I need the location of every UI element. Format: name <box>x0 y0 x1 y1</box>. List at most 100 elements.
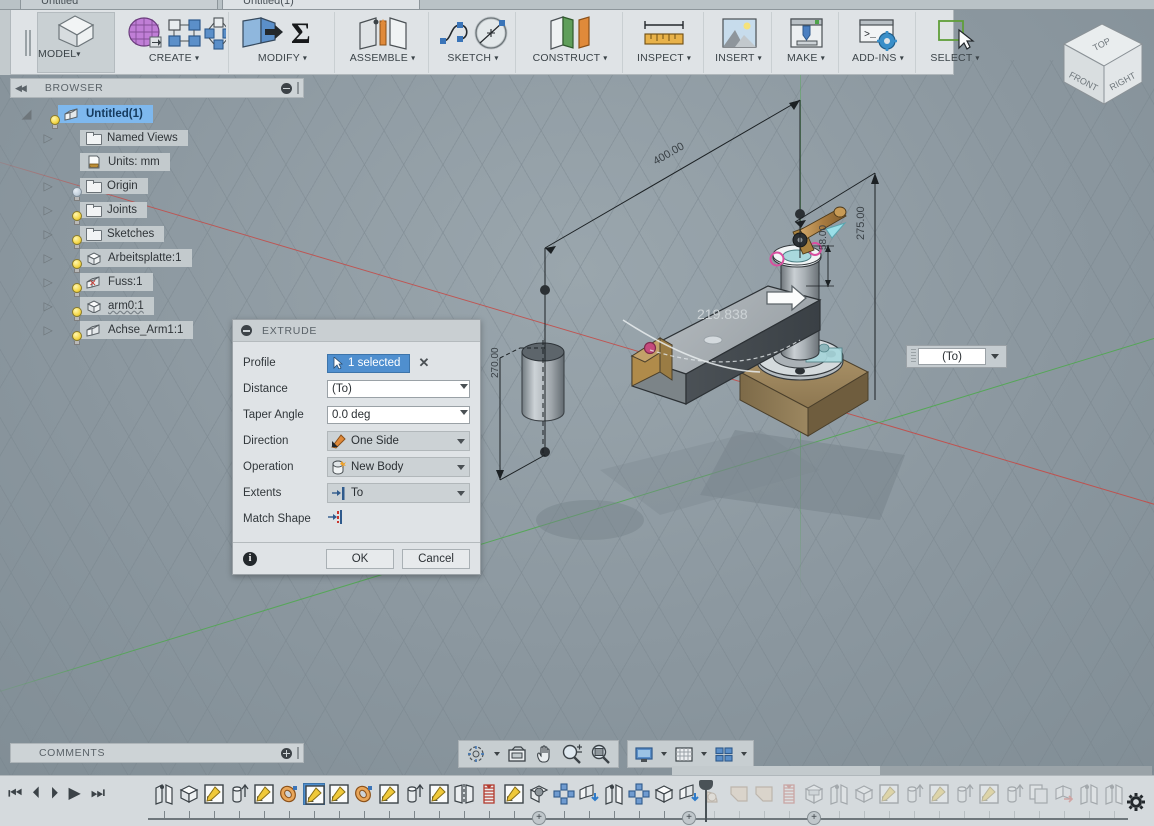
sketch-icon[interactable] <box>328 783 350 805</box>
chamfer-icon[interactable] <box>728 783 750 805</box>
chevron-right-icon[interactable] <box>43 225 51 235</box>
browser-item-joints[interactable]: Joints <box>10 198 304 225</box>
field-taper-angle[interactable]: Taper Angle 0.0 deg <box>243 402 470 428</box>
workspace-switcher-model[interactable]: MODEL▾ <box>37 12 115 73</box>
step-forward-icon[interactable]: ⏵ <box>50 786 58 802</box>
browser-item-untitled-1[interactable]: Untitled(1) <box>10 102 304 129</box>
joint-icon[interactable] <box>603 783 625 805</box>
chevron-down-icon[interactable] <box>741 752 747 756</box>
zoom-in-out-icon[interactable] <box>561 744 583 764</box>
timeline-feature[interactable] <box>653 783 675 805</box>
field-distance[interactable]: Distance (To) <box>243 376 470 402</box>
timeline-feature[interactable] <box>928 783 950 805</box>
timeline-add-marker[interactable]: + <box>682 811 696 825</box>
floating-input-value[interactable]: (To) <box>918 348 986 365</box>
distance-input[interactable]: (To) <box>327 380 470 398</box>
document-tab-untitled[interactable]: Untitled <box>20 0 218 9</box>
timeline-feature[interactable] <box>203 783 225 805</box>
sketch-icon[interactable] <box>203 783 225 805</box>
copy-paste-icon[interactable] <box>1028 783 1050 805</box>
timeline-feature[interactable] <box>1028 783 1050 805</box>
timeline-feature[interactable] <box>378 783 400 805</box>
timeline-feature[interactable] <box>728 783 750 805</box>
extrude-icon[interactable] <box>228 783 250 805</box>
box-body-icon[interactable] <box>178 783 200 805</box>
timeline-feature[interactable] <box>328 783 350 805</box>
box-body-icon[interactable] <box>653 783 675 805</box>
chevron-right-icon[interactable] <box>43 297 51 307</box>
chevron-down-icon[interactable] <box>460 410 468 415</box>
operation-combo[interactable]: New Body <box>327 457 470 477</box>
ribbon-group-select[interactable]: SELECT ▾ <box>917 12 993 73</box>
revolve-icon[interactable] <box>278 783 300 805</box>
view-cube-svg[interactable]: TOP FRONT RIGHT <box>1056 14 1148 112</box>
timeline-feature[interactable] <box>578 783 600 805</box>
dimension-label-preview[interactable]: 219.838 <box>697 306 748 322</box>
timeline-feature[interactable] <box>678 783 700 805</box>
dimension-label-275[interactable]: 275.00 <box>855 206 867 240</box>
timeline-feature[interactable] <box>403 783 425 805</box>
ribbon-group-make[interactable]: MAKE ▾ <box>773 12 839 73</box>
timeline-feature[interactable] <box>278 783 300 805</box>
collar[interactable] <box>769 242 822 268</box>
thread-icon[interactable] <box>478 783 500 805</box>
joint-icon[interactable] <box>1103 783 1125 805</box>
chevron-down-icon[interactable] <box>21 105 29 115</box>
ribbon-group-create[interactable]: CREATE ▾ <box>119 12 229 73</box>
sketch-icon[interactable] <box>378 783 400 805</box>
chevron-down-icon[interactable] <box>460 384 468 389</box>
timeline-feature[interactable] <box>853 783 875 805</box>
shell-icon[interactable] <box>803 783 825 805</box>
chevron-right-icon[interactable] <box>43 201 51 211</box>
viewports-icon[interactable] <box>714 745 734 763</box>
timeline-feature[interactable] <box>253 783 275 805</box>
pattern-icon[interactable] <box>553 783 575 805</box>
box-body-icon[interactable] <box>853 783 875 805</box>
timeline-feature[interactable] <box>878 783 900 805</box>
browser-item-chip[interactable]: Units: mm <box>80 153 170 171</box>
mirror-icon[interactable] <box>453 783 475 805</box>
ribbon-group-inspect[interactable]: INSPECT ▾ <box>624 12 704 73</box>
pattern-icon[interactable] <box>628 783 650 805</box>
extrude-dialog-header[interactable]: EXTRUDE <box>233 320 480 342</box>
timeline-feature[interactable] <box>503 783 525 805</box>
timeline-feature[interactable] <box>478 783 500 805</box>
timeline-feature[interactable] <box>978 783 1000 805</box>
timeline-feature[interactable] <box>428 783 450 805</box>
play-icon[interactable]: ▶ <box>68 786 80 802</box>
timeline-feature[interactable] <box>628 783 650 805</box>
timeline-bar[interactable]: ⋯ ⏮⏴⏵▶⏭ +++ <box>0 775 1154 826</box>
add-comment-icon[interactable] <box>281 747 292 759</box>
timeline-feature[interactable] <box>1078 783 1100 805</box>
timeline-feature[interactable] <box>353 783 375 805</box>
browser-item-chip[interactable]: Untitled(1) <box>58 105 153 123</box>
browser-item-chip[interactable]: Named Views <box>80 130 188 146</box>
profile-selection-badge[interactable]: 1 selected <box>327 353 411 373</box>
sketch-icon[interactable] <box>503 783 525 805</box>
navigation-tools-group[interactable] <box>458 740 619 768</box>
timeline-feature[interactable] <box>903 783 925 805</box>
chevron-right-icon[interactable] <box>43 177 51 187</box>
document-tab-untitled-1[interactable]: Untitled(1) <box>222 0 420 9</box>
extents-combo[interactable]: To <box>327 483 470 503</box>
timeline-feature[interactable] <box>228 783 250 805</box>
chevron-right-icon[interactable] <box>43 321 51 331</box>
timeline-feature[interactable] <box>803 783 825 805</box>
sketch-icon[interactable] <box>428 783 450 805</box>
browser-item-chip[interactable]: ✕ Fuss:1 <box>80 273 153 291</box>
orbit-icon[interactable] <box>465 745 487 763</box>
ribbon-group-addins[interactable]: >_ ADD-INS ▾ <box>840 12 916 73</box>
timeline-feature[interactable] <box>553 783 575 805</box>
comments-panel-header[interactable]: COMMENTS <box>10 743 304 763</box>
extrude-icon[interactable] <box>953 783 975 805</box>
chevron-down-icon[interactable] <box>457 465 465 470</box>
field-match-shape[interactable]: Match Shape <box>243 506 470 532</box>
chevron-down-icon[interactable] <box>661 752 667 756</box>
navigation-bar[interactable] <box>458 740 754 768</box>
extrude-icon[interactable] <box>1003 783 1025 805</box>
chamfer-icon[interactable] <box>753 783 775 805</box>
ribbon-group-assemble[interactable]: ASSEMBLE ▾ <box>336 12 429 73</box>
skip-end-icon[interactable]: ⏭ <box>91 786 105 802</box>
timeline-feature[interactable] <box>828 783 850 805</box>
extrude-icon[interactable] <box>403 783 425 805</box>
